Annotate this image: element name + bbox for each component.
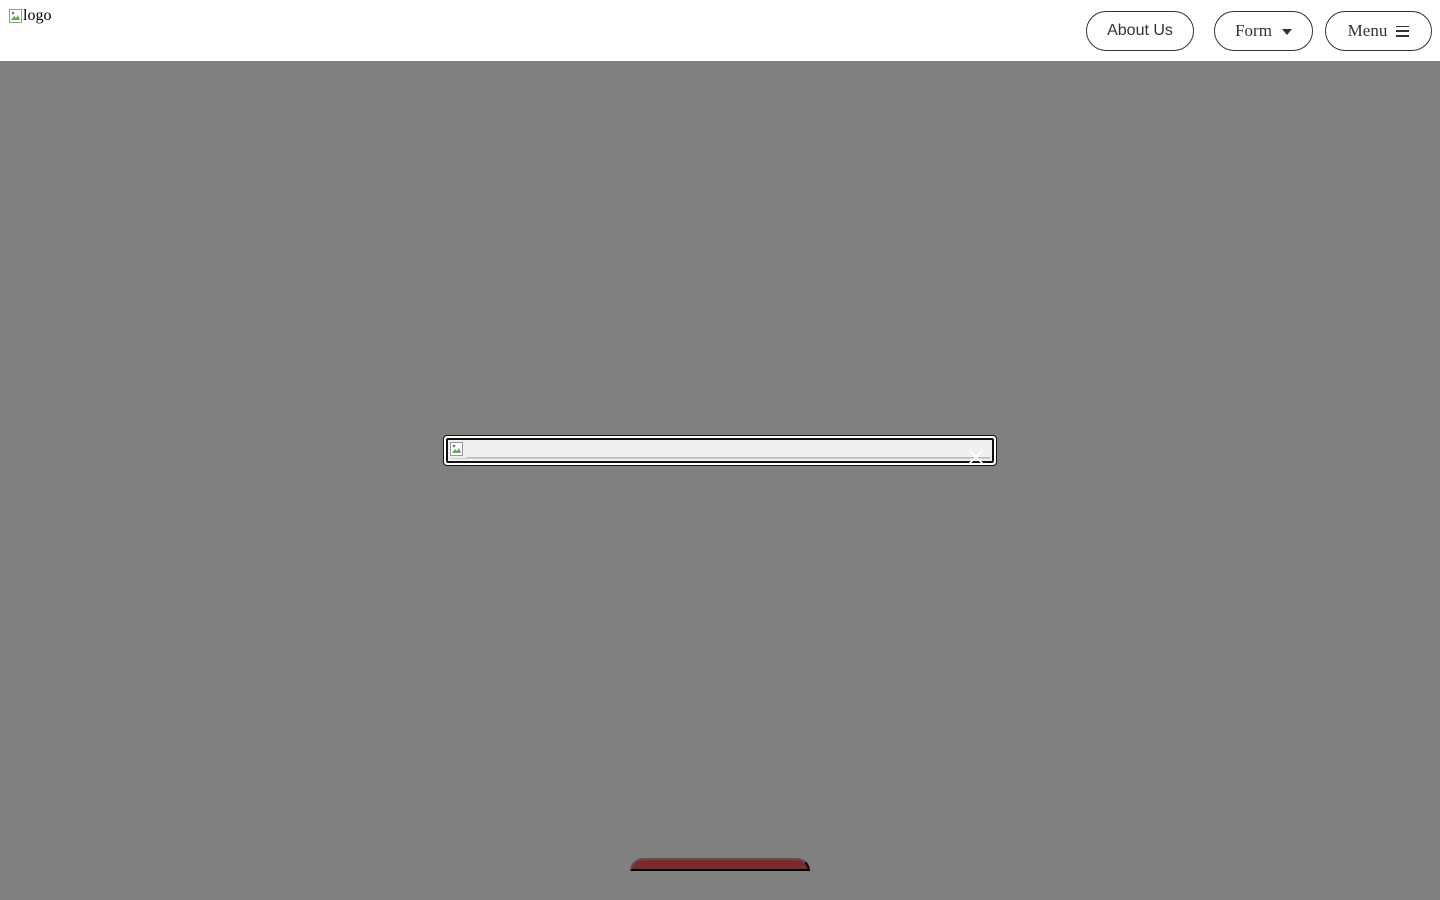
about-us-label: About Us	[1107, 22, 1173, 39]
image-bottom-edge	[450, 458, 990, 459]
modal-dialog	[443, 435, 997, 466]
broken-image-icon	[449, 441, 465, 457]
logo-link[interactable]: logo	[8, 8, 51, 24]
about-us-button[interactable]: About Us	[1086, 11, 1194, 51]
header-nav: About Us Form Menu	[1086, 11, 1432, 51]
menu-label: Menu	[1347, 21, 1388, 40]
form-dropdown-button[interactable]: Form	[1214, 11, 1313, 51]
broken-image-icon	[8, 8, 24, 24]
modal-overlay[interactable]	[0, 61, 1440, 900]
menu-button[interactable]: Menu	[1325, 11, 1432, 51]
hamburger-icon	[1396, 25, 1410, 37]
cta-button[interactable]	[630, 858, 810, 871]
caret-down-icon	[1281, 28, 1292, 35]
close-icon[interactable]	[968, 449, 984, 465]
site-header: logo About Us Form Menu	[0, 0, 1440, 61]
logo-alt-text: logo	[23, 7, 52, 24]
modal-image-frame	[446, 438, 994, 463]
form-label: Form	[1235, 21, 1272, 40]
